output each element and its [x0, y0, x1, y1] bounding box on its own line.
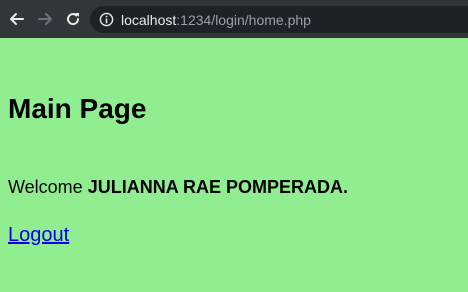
- url-path: :1234/login/home.php: [176, 11, 311, 28]
- page-title: Main Page: [8, 93, 147, 124]
- welcome-message: Welcome JULIANNA RAE POMPERADA.: [8, 176, 348, 198]
- address-bar[interactable]: localhost:1234/login/home.php: [90, 6, 468, 33]
- welcome-prefix: Welcome: [8, 177, 88, 197]
- logout-link[interactable]: Logout: [8, 223, 69, 247]
- user-name: JULIANNA RAE POMPERADA.: [87, 177, 349, 197]
- info-icon[interactable]: [98, 12, 114, 28]
- reload-icon[interactable]: [62, 8, 84, 30]
- back-arrow-icon[interactable]: [6, 8, 28, 30]
- page-body: Main Page Welcome JULIANNA RAE POMPERADA…: [0, 38, 468, 292]
- browser-toolbar: localhost:1234/login/home.php: [0, 0, 468, 38]
- url-host: localhost: [121, 11, 177, 28]
- url-text[interactable]: localhost:1234/login/home.php: [121, 12, 311, 28]
- forward-arrow-icon[interactable]: [34, 8, 56, 30]
